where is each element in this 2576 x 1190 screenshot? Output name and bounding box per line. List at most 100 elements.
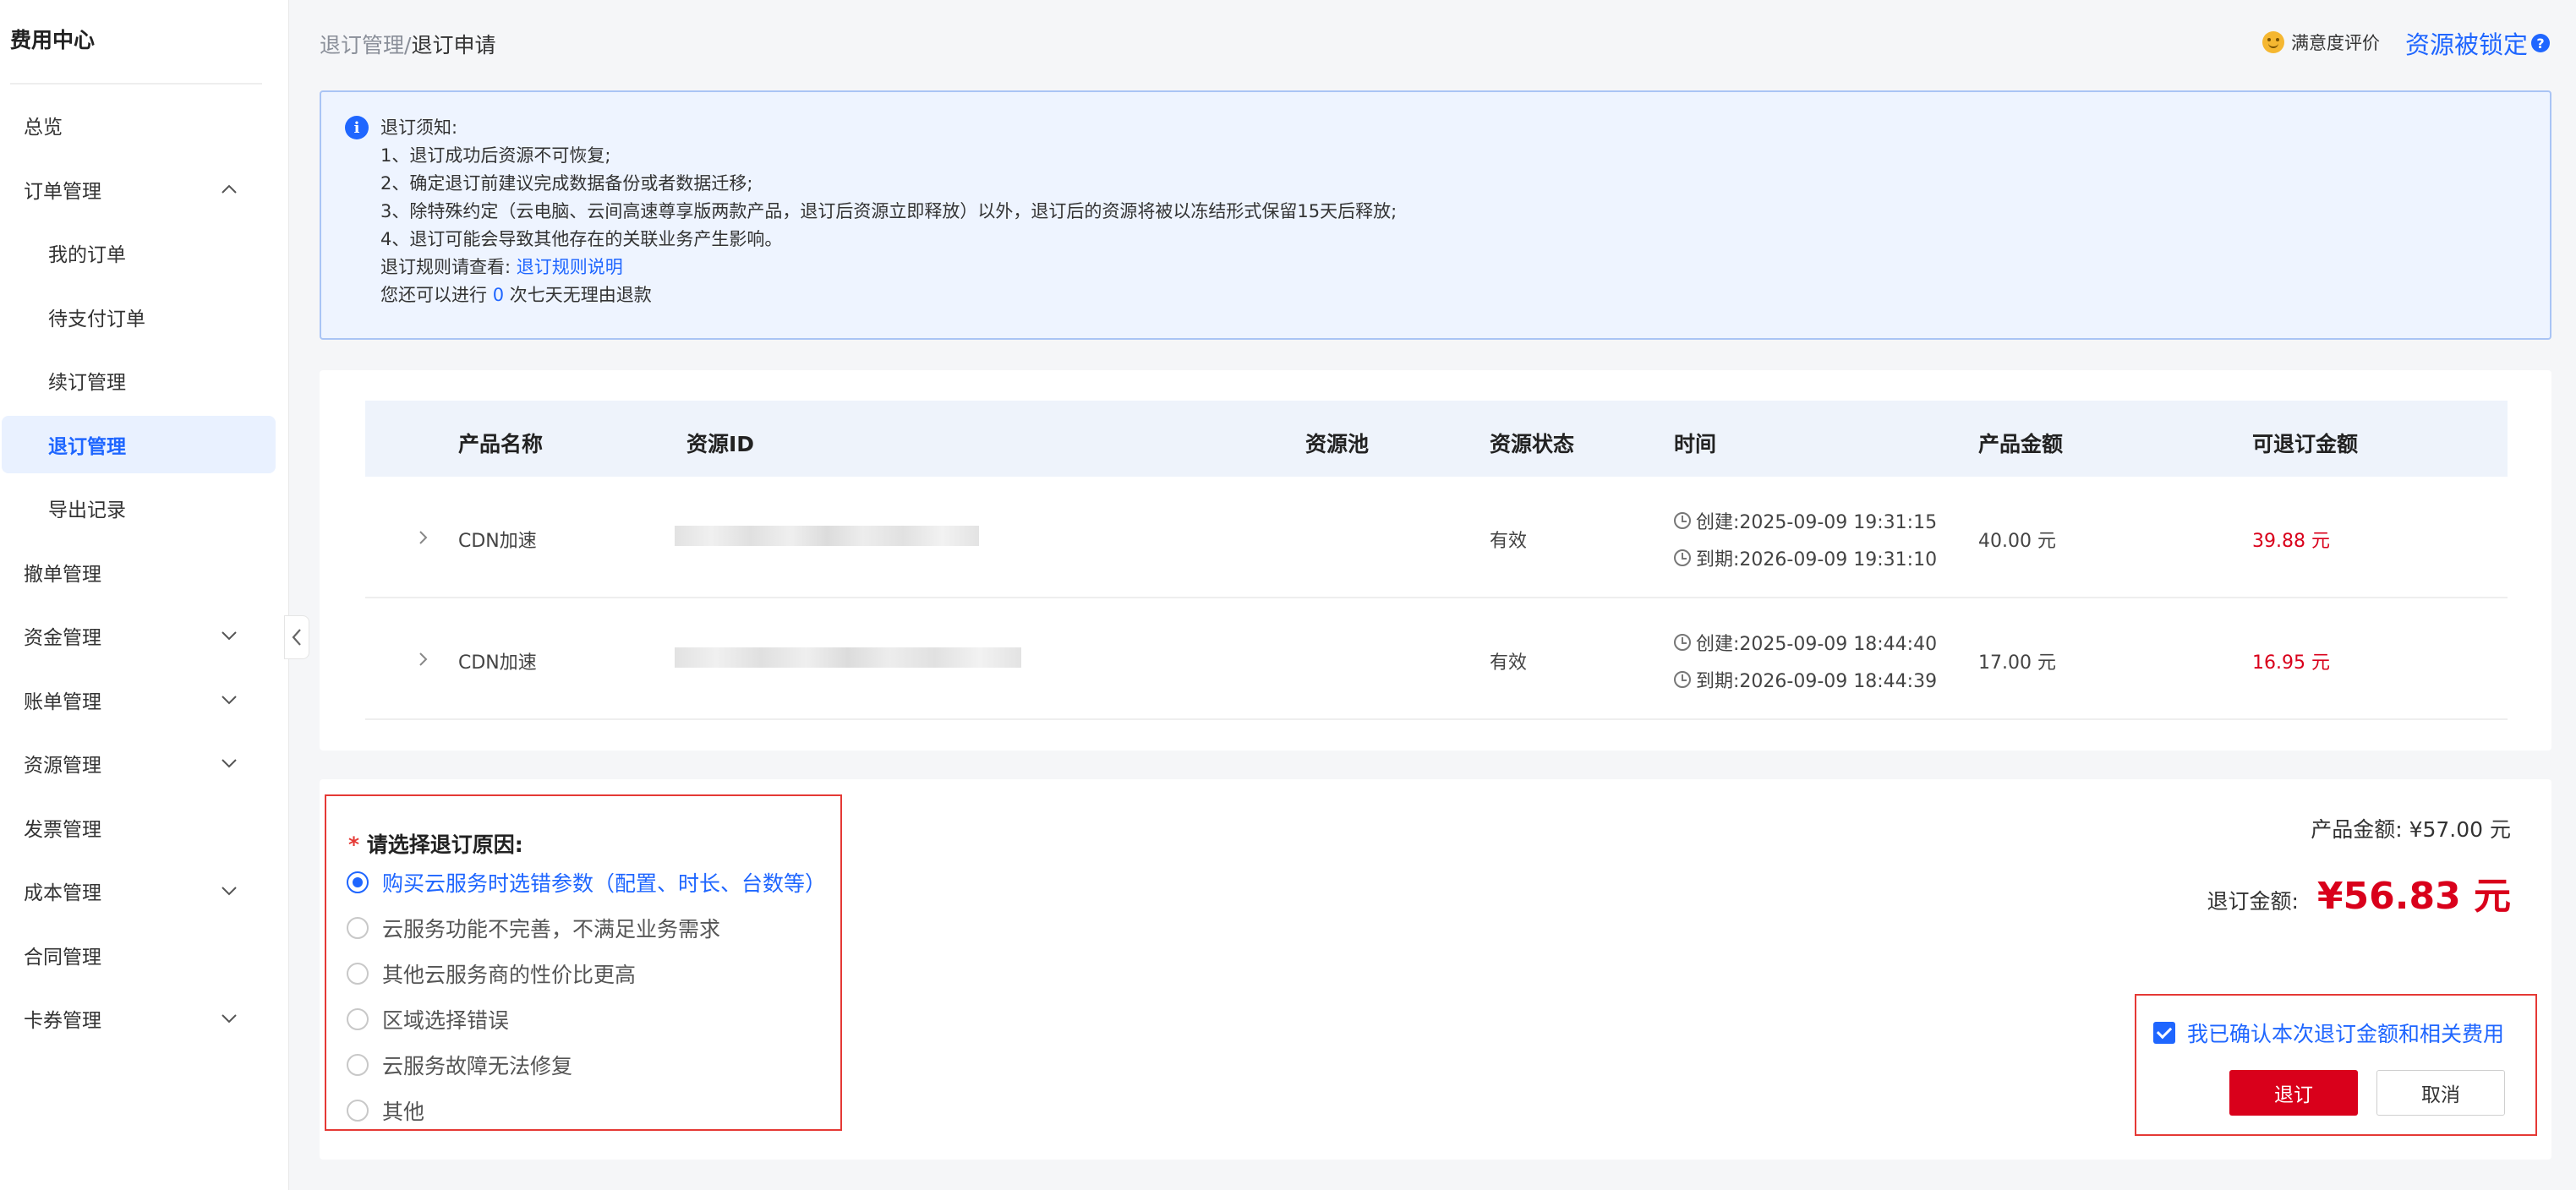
chevron-right-icon[interactable] [414,651,431,668]
satisfaction-label: 满意度评价 [2291,33,2380,53]
reason-title-text: 请选择退订原因: [366,832,523,857]
refundable-amount: 16.95 元 [2252,652,2330,674]
column-header: 资源ID [686,432,755,456]
resource-status: 有效 [1490,531,1528,552]
reason-option[interactable]: 其他 [347,1095,424,1126]
sidebar-item-label: 待支付订单 [48,308,145,330]
sidebar-item[interactable]: 续订管理 [0,352,274,409]
expire-time: 到期:2026-09-09 18:44:39 [1674,666,1937,693]
sidebar-item[interactable]: 成本管理 [0,862,274,920]
clock-icon [1674,512,1691,529]
table-row: CDN加速 有效 创建:2025-09-09 19:31:15 到期:2026-… [365,477,2508,598]
radio-button[interactable] [347,1054,369,1076]
clock-icon [1674,671,1691,688]
sidebar-item[interactable]: 我的订单 [0,224,274,281]
sidebar-item[interactable]: 账单管理 [0,671,274,729]
reason-option[interactable]: 云服务功能不完善，不满足业务需求 [347,913,720,943]
product-name: CDN加速 [458,652,537,674]
sidebar-item[interactable]: 退订管理 [2,415,276,473]
reason-option[interactable]: 其他云服务商的性价比更高 [347,958,636,989]
reason-option[interactable]: 区域选择错误 [347,1004,509,1034]
column-header: 产品名称 [458,432,544,456]
product-amount: 40.00 元 [1978,531,2056,552]
sidebar-collapse-button[interactable] [284,615,309,659]
column-header: 产品金额 [1978,432,2064,456]
chevron-down-icon[interactable] [218,625,240,647]
sidebar-item[interactable]: 资源管理 [0,734,274,792]
chevron-down-icon[interactable] [218,689,240,711]
table-header: 产品名称 资源ID 资源池 资源状态 时间 产品金额 可退订金额 [365,401,2508,477]
resource-table-card: 产品名称 资源ID 资源池 资源状态 时间 产品金额 可退订金额 CDN加速 有… [320,370,2551,751]
sidebar-item[interactable]: 总览 [0,96,274,154]
sidebar-item[interactable]: 发票管理 [0,799,274,856]
column-header: 资源池 [1305,432,1370,456]
reason-option-label: 区域选择错误 [382,1008,510,1033]
reason-option-label: 购买云服务时选错参数（配置、时长、台数等） [382,871,827,896]
breadcrumb-parent[interactable]: 退订管理 [320,33,404,57]
column-header: 资源状态 [1490,432,1575,456]
sidebar-item-label: 合同管理 [24,946,101,969]
sidebar-item[interactable]: 导出记录 [0,479,274,537]
confirm-checkbox-row[interactable]: 我已确认本次退订金额和相关费用 [2153,1018,2504,1048]
radio-button[interactable] [347,917,369,939]
sidebar-divider [10,83,262,85]
notice-text: 退订须知: 1、退订成功后资源不可恢复; 2、确定退订前建议完成数据备份或者数据… [380,114,1397,309]
sidebar-item-label: 导出记录 [48,499,126,521]
confirm-checkbox[interactable] [2153,1022,2175,1044]
resource-status: 有效 [1490,652,1528,674]
reason-option[interactable]: 购买云服务时选错参数（配置、时长、台数等） [347,867,826,898]
radio-button[interactable] [347,1008,369,1030]
chevron-down-icon[interactable] [218,1007,240,1029]
reason-option-label: 云服务故障无法修复 [382,1054,573,1078]
chevron-down-icon[interactable] [218,752,240,774]
sidebar-title: 费用中心 [10,28,96,52]
resource-locked-label: 资源被锁定 [2405,30,2529,59]
table-row: CDN加速 有效 创建:2025-09-09 18:44:40 到期:2026-… [365,598,2508,720]
radio-button[interactable] [347,963,369,985]
created-time-text: 创建:2025-09-09 19:31:15 [1696,512,1938,533]
sidebar: 费用中心 总览订单管理我的订单待支付订单续订管理退订管理导出记录撤单管理资金管理… [0,0,289,1190]
satisfaction-link[interactable]: 满意度评价 [2262,30,2380,55]
smile-icon [2262,31,2284,53]
refund-notice: i 退订须知: 1、退订成功后资源不可恢复; 2、确定退订前建议完成数据备份或者… [320,90,2551,340]
expire-time: 到期:2026-09-09 19:31:10 [1674,544,1937,571]
reason-option[interactable]: 云服务故障无法修复 [347,1050,572,1080]
notice-line: 4、退订可能会导致其他存在的关联业务产生影响。 [380,229,783,249]
reason-option-label: 其他 [382,1100,425,1124]
cancel-button[interactable]: 取消 [2376,1070,2505,1116]
clock-icon [1674,634,1691,651]
confirm-checkbox-label[interactable]: 我已确认本次退订金额和相关费用 [2187,1018,2504,1048]
refund-count-line: 您还可以进行 0 次七天无理由退款 [380,281,1397,309]
reason-option-label: 其他云服务商的性价比更高 [382,963,637,987]
sidebar-item[interactable]: 卡券管理 [0,990,274,1047]
radio-button[interactable] [347,871,369,893]
sidebar-item-label: 资金管理 [24,627,101,649]
sidebar-item[interactable]: 订单管理 [0,161,274,218]
notice-title: 退订须知: [380,117,458,138]
expire-time-text: 到期:2026-09-09 18:44:39 [1696,671,1938,692]
sidebar-item[interactable]: 资金管理 [0,607,274,664]
notice-line: 1、退订成功后资源不可恢复; [380,145,611,166]
total-refund-amount: 退订金额: ¥56.83 元 [2207,865,2511,920]
rule-link[interactable]: 退订规则说明 [517,257,623,277]
sidebar-item[interactable]: 合同管理 [0,926,274,984]
sidebar-item[interactable]: 撤单管理 [0,543,274,601]
rule-prefix: 退订规则请查看: [380,257,511,277]
chevron-right-icon[interactable] [414,529,431,546]
refund-suffix: 次七天无理由退款 [509,285,652,305]
help-icon[interactable]: ? [2531,34,2551,52]
chevron-up-icon[interactable] [218,178,240,200]
refund-amount-label: 退订金额: [2207,889,2299,914]
reason-title: * 请选择退订原因: [348,828,523,859]
resource-locked-link[interactable]: 资源被锁定 ? [2405,25,2551,61]
sidebar-item[interactable]: 待支付订单 [0,288,274,346]
submit-refund-button[interactable]: 退订 [2229,1070,2358,1116]
chevron-left-icon [292,629,301,646]
breadcrumb-current: 退订申请 [411,33,496,57]
column-header: 可退订金额 [2252,432,2359,456]
breadcrumb: 退订管理/退订申请 [320,29,495,59]
radio-button[interactable] [347,1100,369,1122]
rule-line: 退订规则请查看: 退订规则说明 [380,254,1397,281]
chevron-down-icon[interactable] [218,880,240,902]
confirm-group: 我已确认本次退订金额和相关费用 退订 取消 [2135,994,2537,1136]
